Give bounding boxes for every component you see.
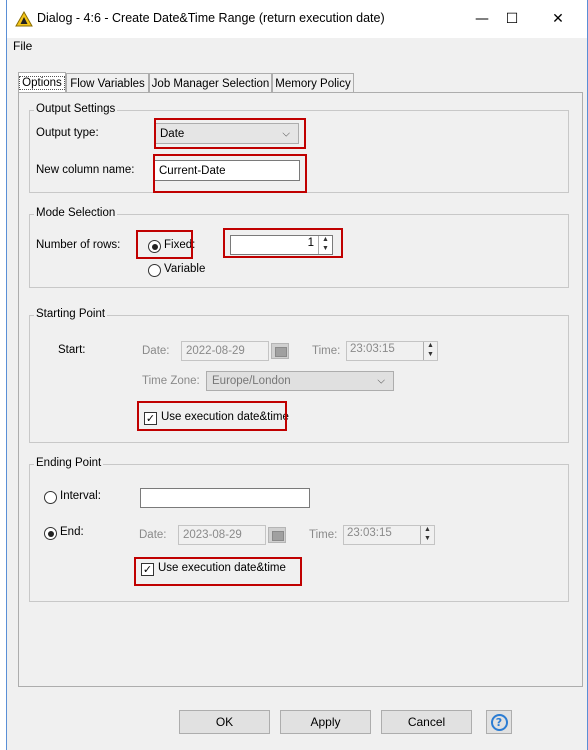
timezone-select[interactable]: Europe/London ⌵: [206, 371, 394, 391]
variable-radio[interactable]: [148, 264, 161, 277]
number-of-rows-label: Number of rows:: [36, 239, 121, 251]
window-title: Dialog - 4:6 - Create Date&Time Range (r…: [37, 11, 385, 25]
menu-file[interactable]: File: [13, 39, 32, 53]
spin-up-icon[interactable]: ▲: [424, 342, 437, 351]
column-name-input[interactable]: Current-Date: [154, 160, 300, 181]
ending-point-group: Ending Point Interval: End: Date: 2023-0…: [29, 457, 569, 602]
fixed-radio[interactable]: [148, 240, 161, 253]
rows-spinner[interactable]: 1 ▲ ▼: [230, 235, 333, 255]
start-use-exec-checkbox[interactable]: ✓: [144, 412, 157, 425]
output-settings-group: Output Settings Output type: Date ⌵ New …: [29, 103, 569, 193]
variable-label: Variable: [164, 263, 206, 275]
end-date-input[interactable]: 2023-08-29: [178, 525, 266, 545]
end-date-label: Date:: [139, 529, 167, 541]
close-button[interactable]: ✕: [543, 6, 573, 32]
ok-button[interactable]: OK: [179, 710, 270, 734]
spin-up-icon[interactable]: ▲: [421, 526, 434, 535]
end-use-exec-label: Use execution date&time: [158, 562, 286, 574]
end-label: End:: [60, 526, 84, 538]
interval-label: Interval:: [60, 490, 101, 502]
title-bar: Dialog - 4:6 - Create Date&Time Range (r…: [7, 0, 587, 38]
help-icon: ?: [490, 713, 508, 731]
ending-point-title: Ending Point: [34, 457, 104, 469]
maximize-button[interactable]: ☐: [497, 6, 527, 32]
menu-bar: File: [7, 38, 587, 56]
start-time-spinner[interactable]: 23:03:15 ▲ ▼: [346, 341, 438, 361]
tab-memory-policy[interactable]: Memory Policy: [272, 73, 354, 93]
spinner-buttons[interactable]: ▲ ▼: [318, 236, 332, 254]
spinner-buttons[interactable]: ▲ ▼: [423, 342, 437, 360]
calendar-icon[interactable]: [268, 527, 286, 543]
dialog-window: Dialog - 4:6 - Create Date&Time Range (r…: [6, 0, 588, 750]
interval-radio[interactable]: [44, 491, 57, 504]
options-panel: Output Settings Output type: Date ⌵ New …: [18, 92, 583, 687]
starting-point-title: Starting Point: [34, 308, 108, 320]
output-settings-title: Output Settings: [34, 103, 118, 115]
mode-selection-title: Mode Selection: [34, 207, 118, 219]
minimize-button[interactable]: —: [467, 6, 497, 32]
end-time-spinner[interactable]: 23:03:15 ▲ ▼: [343, 525, 435, 545]
tab-flow-variables[interactable]: Flow Variables: [66, 73, 149, 93]
timezone-value: Europe/London: [212, 375, 291, 387]
knime-warning-icon: [15, 11, 33, 27]
cancel-button[interactable]: Cancel: [381, 710, 472, 734]
start-use-exec-label: Use execution date&time: [161, 411, 289, 423]
spin-down-icon[interactable]: ▼: [319, 245, 332, 254]
help-button[interactable]: ?: [486, 710, 512, 734]
output-type-value: Date: [160, 127, 185, 140]
end-time-label: Time:: [309, 529, 338, 541]
starting-point-group: Starting Point Start: Date: 2022-08-29 T…: [29, 308, 569, 443]
output-type-select[interactable]: Date ⌵: [154, 123, 299, 144]
interval-input[interactable]: [140, 488, 310, 508]
chevron-down-icon: ⌵: [282, 128, 290, 139]
spin-down-icon[interactable]: ▼: [424, 351, 437, 360]
start-label: Start:: [58, 344, 86, 356]
spin-down-icon[interactable]: ▼: [421, 535, 434, 544]
end-use-exec-checkbox[interactable]: ✓: [141, 563, 154, 576]
spin-up-icon[interactable]: ▲: [319, 236, 332, 245]
tab-job-manager-selection[interactable]: Job Manager Selection: [149, 73, 272, 93]
spinner-buttons[interactable]: ▲ ▼: [420, 526, 434, 544]
start-time-value: 23:03:15: [350, 343, 395, 355]
chevron-down-icon: ⌵: [377, 375, 385, 387]
tab-options[interactable]: Options: [18, 72, 66, 93]
start-date-input[interactable]: 2022-08-29: [181, 341, 269, 361]
output-type-label: Output type:: [36, 127, 99, 139]
start-time-label: Time:: [312, 345, 341, 357]
fixed-label: Fixed:: [164, 239, 196, 251]
calendar-icon[interactable]: [271, 343, 289, 359]
tab-options-label: Options: [19, 76, 65, 90]
timezone-label: Time Zone:: [142, 375, 200, 387]
column-name-label: New column name:: [36, 164, 135, 176]
mode-selection-group: Mode Selection Number of rows: Fixed: 1 …: [29, 207, 569, 288]
apply-button[interactable]: Apply: [280, 710, 371, 734]
rows-value: 1: [307, 237, 314, 249]
end-time-value: 23:03:15: [347, 527, 392, 539]
start-date-label: Date:: [142, 345, 170, 357]
end-radio[interactable]: [44, 527, 57, 540]
